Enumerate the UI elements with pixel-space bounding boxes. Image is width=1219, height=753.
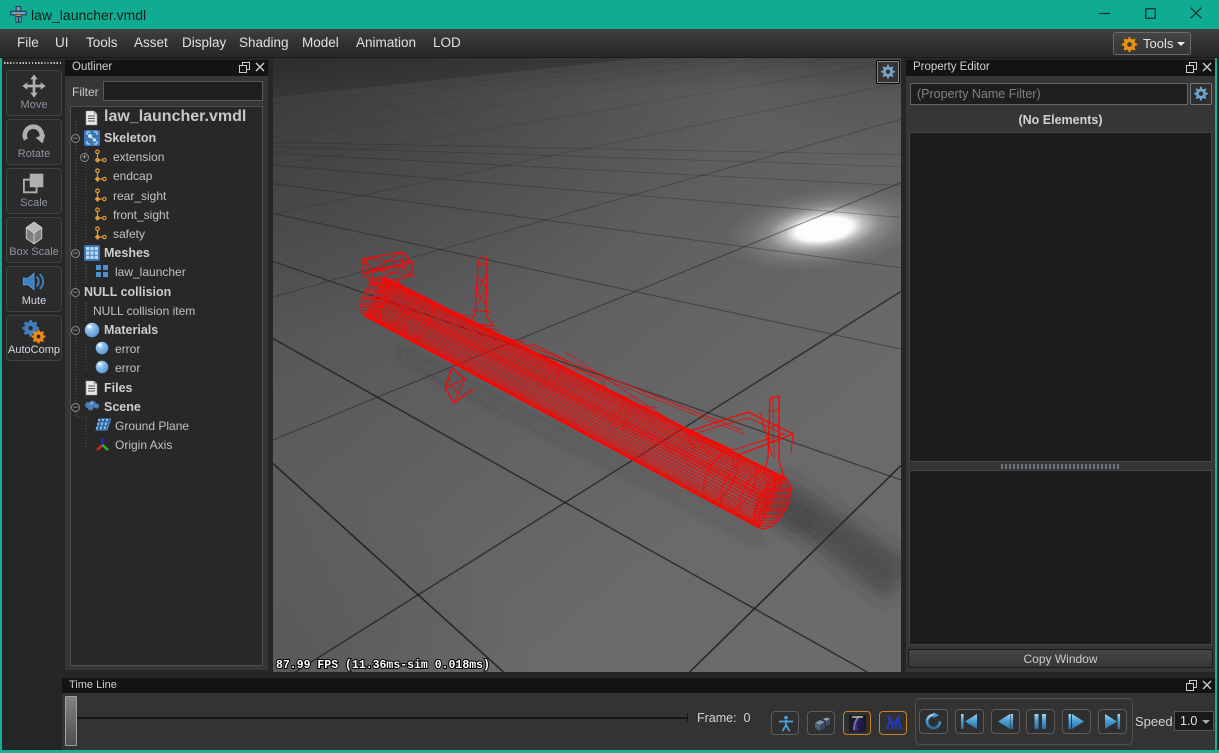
svg-text:87.99 FPS (11.36ms-sim 0.018ms: 87.99 FPS (11.36ms-sim 0.018ms) <box>276 659 490 672</box>
